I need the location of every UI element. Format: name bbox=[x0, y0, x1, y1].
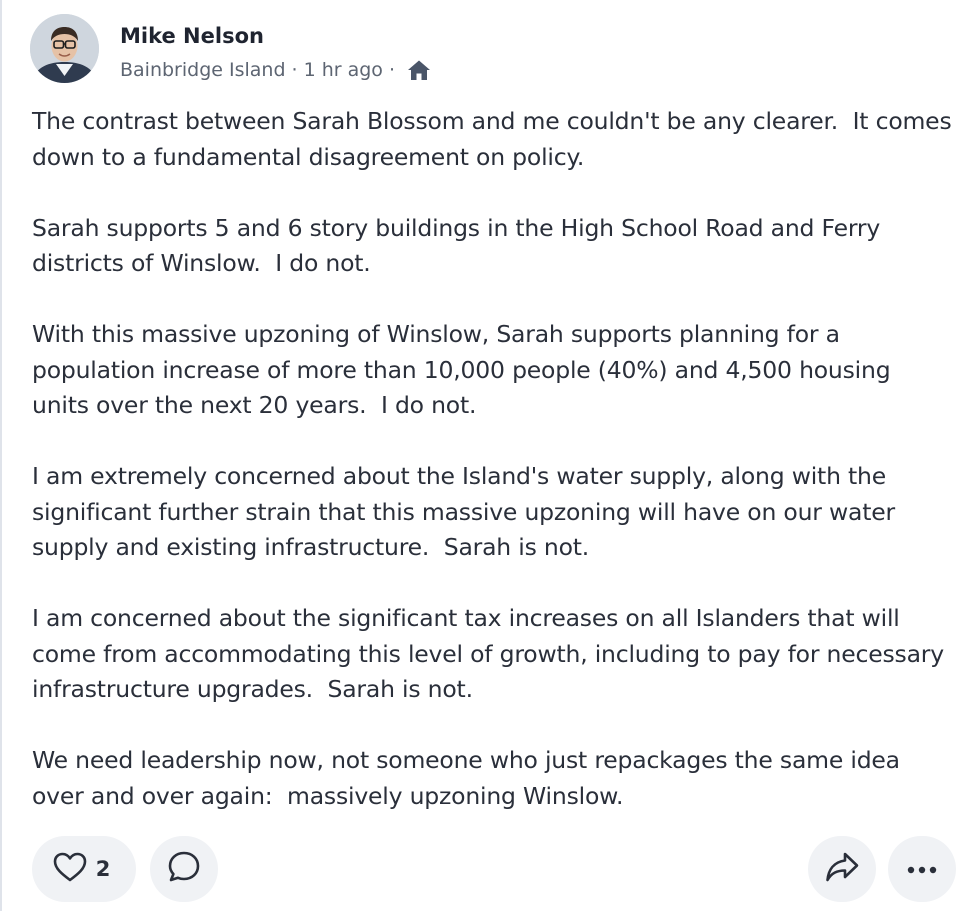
home-icon bbox=[407, 59, 431, 81]
post-card: Mike Nelson Bainbridge Island · 1 hr ago… bbox=[0, 0, 980, 911]
post-time[interactable]: 1 hr ago bbox=[304, 59, 383, 81]
more-options-button[interactable] bbox=[888, 836, 956, 902]
heart-icon bbox=[52, 851, 88, 887]
comment-bubble-icon bbox=[166, 849, 202, 889]
share-arrow-icon bbox=[823, 849, 861, 889]
comment-button[interactable] bbox=[150, 836, 218, 902]
share-button[interactable] bbox=[808, 836, 876, 902]
post-paragraph: I am extremely concerned about the Islan… bbox=[32, 462, 903, 561]
more-dots-icon bbox=[906, 860, 938, 879]
post-body: The contrast between Sarah Blossom and m… bbox=[32, 104, 952, 850]
meta-separator: · bbox=[291, 59, 298, 81]
post-paragraph: With this massive upzoning of Winslow, S… bbox=[32, 320, 898, 419]
author-avatar[interactable] bbox=[30, 14, 99, 83]
like-count: 2 bbox=[95, 857, 111, 881]
user-avatar-photo-icon bbox=[30, 14, 99, 83]
post-meta: Bainbridge Island · 1 hr ago · bbox=[120, 59, 431, 81]
post-paragraph: I am concerned about the significant tax… bbox=[32, 604, 952, 703]
like-button[interactable]: 2 bbox=[32, 836, 136, 902]
post-paragraph: The contrast between Sarah Blossom and m… bbox=[32, 107, 959, 171]
post-paragraph: We need leadership now, not someone who … bbox=[32, 746, 908, 810]
location-link[interactable]: Bainbridge Island bbox=[120, 59, 286, 81]
author-name[interactable]: Mike Nelson bbox=[120, 24, 264, 48]
post-paragraph: Sarah supports 5 and 6 story buildings i… bbox=[32, 213, 888, 278]
meta-separator: · bbox=[388, 59, 395, 81]
